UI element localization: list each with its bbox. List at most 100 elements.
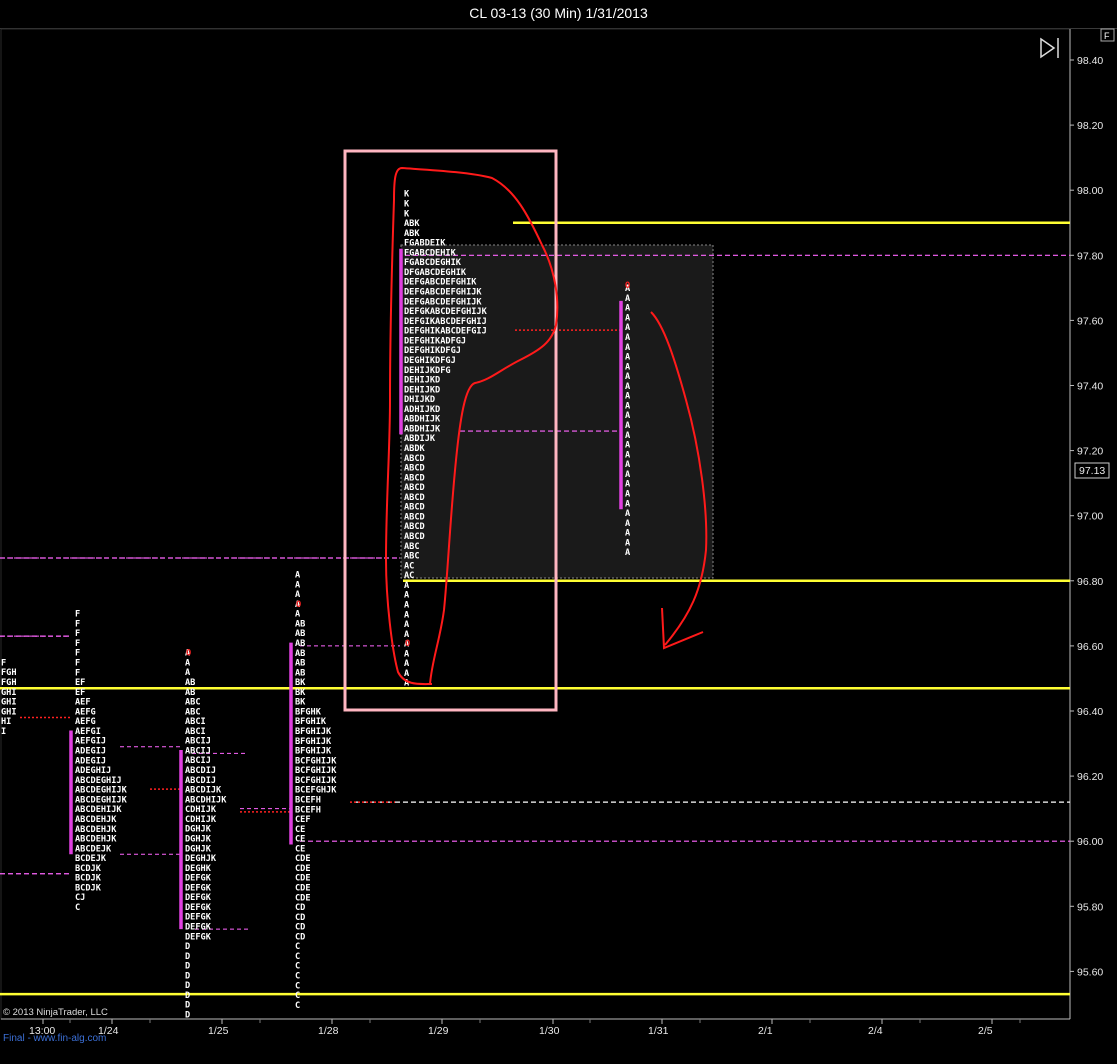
tpo-row: D: [185, 981, 190, 991]
copyright: © 2013 NinjaTrader, LLC: [3, 1007, 108, 1018]
tpo-row: ABCI: [185, 727, 206, 737]
tpo-row: ADEGIJ: [75, 756, 106, 766]
tpo-row: A: [625, 489, 631, 499]
y-tick-label: 96.60: [1077, 641, 1103, 653]
market-profile-chart[interactable]: 98.40 98.20 98.00 97.80 97.60 97.40 97.20 97.00…: [0, 0, 1117, 1064]
tpo-row: D: [185, 1011, 190, 1021]
tpo-row: CD: [295, 932, 305, 942]
tpo-row: ABCDEGHIJ: [75, 776, 122, 786]
profile-1-31: AAAAAAAAAAAAAAAAAAAAAAAAAAAA: [625, 284, 631, 558]
tpo-row: C: [295, 952, 300, 962]
tpo-row: A: [404, 649, 410, 659]
tpo-row: DEFGK: [185, 913, 212, 923]
tpo-row: FGABCDEHIK: [404, 248, 457, 258]
tpo-row: BCEFGHJK: [295, 786, 337, 796]
tpo-row: C: [295, 962, 300, 972]
tpo-row: ABCDEGHIJK: [75, 795, 128, 805]
tpo-row: GHI: [1, 707, 17, 717]
tpo-row: ADEGIJ: [75, 747, 106, 757]
tpo-row: A: [185, 668, 191, 678]
tpo-row: A: [625, 392, 631, 402]
y-tick-label: 96.80: [1077, 576, 1103, 588]
tpo-row: F: [75, 639, 80, 649]
tpo-row: CDHIJK: [185, 815, 217, 825]
tpo-row: DFGABCDEGHIK: [404, 268, 467, 278]
tpo-row: A: [625, 304, 631, 314]
tpo-row: ABCD: [404, 522, 425, 532]
price-axis: 98.40 98.20 98.00 97.80 97.60 97.40 97.20 97.00…: [1070, 55, 1103, 978]
tpo-row: ABCIJ: [185, 756, 211, 766]
tpo-row: DEFGK: [185, 923, 212, 933]
tpo-row: ABCDHIJK: [185, 795, 227, 805]
tpo-row: ABCI: [185, 717, 206, 727]
tpo-row: ABK: [404, 219, 420, 229]
x-tick-label: 1/30: [539, 1025, 560, 1037]
tpo-row: A: [625, 441, 631, 451]
tpo-row: CDE: [295, 893, 311, 903]
tpo-row: F: [75, 619, 80, 629]
tpo-row: A: [625, 353, 631, 363]
tpo-row: A: [625, 333, 631, 343]
tpo-row: A: [625, 519, 631, 529]
x-tick-label: 1/29: [428, 1025, 449, 1037]
tpo-row: ABDK: [404, 444, 426, 454]
tpo-row: ABCIJ: [185, 737, 211, 747]
tpo-row: BCDEJK: [75, 854, 107, 864]
tpo-row: A: [625, 450, 631, 460]
tpo-row: A: [625, 509, 631, 519]
tpo-row: DEGHJK: [185, 854, 217, 864]
tpo-row: D: [185, 942, 190, 952]
tpo-row: AB: [295, 639, 305, 649]
y-tick-label: 97.00: [1077, 511, 1103, 523]
tpo-row: DEFGKABCDEFGHIJK: [404, 307, 488, 317]
tpo-row: DEFGK: [185, 903, 212, 913]
tpo-row: FGABCDEGHIK: [404, 258, 462, 268]
open-marker: O: [296, 600, 301, 610]
tpo-row: CE: [295, 825, 305, 835]
time-axis: 13:00 1/24 1/25 1/28 1/29 1/30 1/31 2/1 2/4 2/5: [29, 1019, 1021, 1037]
tpo-row: ABCDEJK: [75, 844, 112, 854]
tpo-row: ABCDIJ: [185, 776, 216, 786]
tpo-row: D: [185, 952, 190, 962]
tpo-row: FGABDEIK: [404, 239, 446, 249]
y-tick-label: 98.00: [1077, 185, 1103, 197]
tpo-row: AB: [295, 629, 305, 639]
tpo-row: A: [625, 421, 631, 431]
tpo-row: DEFGK: [185, 874, 212, 884]
tpo-row: ABCD: [404, 503, 425, 513]
tpo-row: CDE: [295, 884, 311, 894]
tpo-row: GHI: [1, 688, 17, 698]
tpo-row: DEFGHIKADFGJ: [404, 336, 466, 346]
tpo-row: CD: [295, 903, 305, 913]
tpo-row: ABCDEHJK: [75, 815, 117, 825]
tpo-row: BCFGHIJK: [295, 756, 337, 766]
tpo-row: A: [625, 499, 631, 509]
tpo-row: F: [75, 649, 80, 659]
tpo-row: ABCD: [404, 464, 425, 474]
y-tick-label: 98.20: [1077, 120, 1103, 132]
tpo-row: CEF: [295, 815, 311, 825]
tpo-row: BFGHIJK: [295, 737, 332, 747]
tpo-row: BCDJK: [75, 874, 102, 884]
y-tick-label: 96.40: [1077, 706, 1103, 718]
tpo-row: ABCDEHIJK: [75, 805, 122, 815]
tpo-row: A: [404, 659, 410, 669]
open-marker: O: [625, 281, 630, 291]
tpo-row: ABC: [185, 707, 201, 717]
tpo-row: A: [404, 591, 410, 601]
tpo-row: CD: [295, 913, 305, 923]
tpo-row: I: [1, 727, 6, 737]
tpo-row: ABDIJK: [404, 434, 436, 444]
tpo-row: K: [404, 209, 410, 219]
y-tick-label: 98.40: [1077, 55, 1103, 67]
tpo-row: D: [185, 991, 190, 1001]
tpo-row: ABCDEGHIJK: [75, 786, 128, 796]
tpo-row: A: [625, 470, 631, 480]
tpo-row: BCDJK: [75, 883, 102, 893]
tpo-row: C: [295, 942, 300, 952]
tpo-row: D: [185, 1001, 190, 1011]
x-tick-label: 1/28: [318, 1025, 339, 1037]
tpo-row: DEFGIKABCDEFGHIJ: [404, 317, 487, 327]
tpo-row: A: [404, 620, 410, 630]
tpo-row: BK: [295, 678, 306, 688]
